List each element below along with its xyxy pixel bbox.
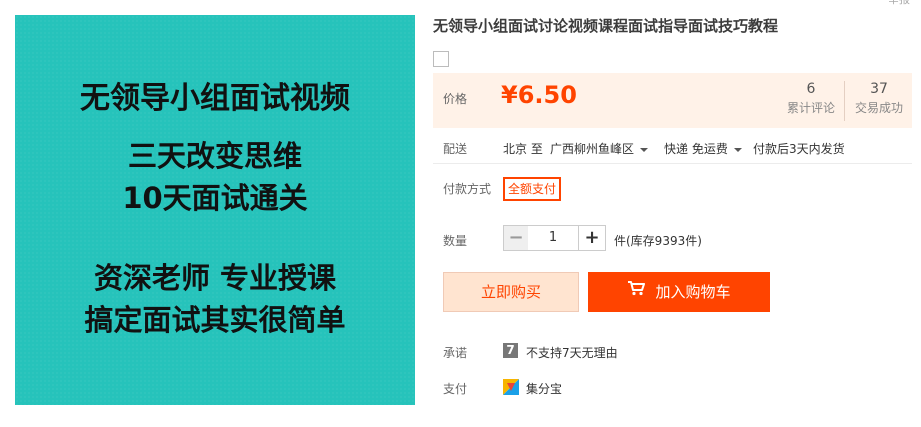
report-link[interactable]: 举报 <box>888 0 910 7</box>
favorite-checkbox[interactable] <box>433 51 449 67</box>
sales-stat: 37 交易成功 <box>851 81 907 116</box>
product-image[interactable]: 无领导小组面试视频 三天改变思维 10天面试通关 资深老师 专业授课 搞定面试其… <box>15 15 415 405</box>
promise-text[interactable]: 不支持7天无理由 <box>526 344 618 361</box>
shopping-cart-icon <box>627 271 646 311</box>
image-text-line: 三天改变思维 <box>127 139 302 173</box>
promise-label: 承诺 <box>443 346 468 360</box>
price-label: 价格 <box>443 92 468 106</box>
reviews-count: 6 <box>806 81 816 97</box>
seven-day-icon: 7 <box>503 343 518 358</box>
pay-method-name: 集分宝 <box>526 382 563 396</box>
image-text-line: 搞定面试其实很简单 <box>84 303 346 337</box>
price-value: ¥6.50 <box>501 81 577 109</box>
shipping-method-value: 快递 免运费 <box>664 142 728 156</box>
quantity-label: 数量 <box>443 234 468 248</box>
shipping-label: 配送 <box>443 142 468 156</box>
destination-value: 广西柳州鱼峰区 <box>550 142 635 156</box>
shipping-origin: 北京 至 <box>503 142 543 156</box>
destination-select[interactable]: 广西柳州鱼峰区 <box>550 140 649 157</box>
quantity-input[interactable]: 1 <box>528 225 578 251</box>
chevron-down-icon <box>640 147 649 152</box>
shipping-method-select[interactable]: 快递 免运费 <box>664 140 742 157</box>
divider <box>433 163 912 164</box>
quantity-decrease-button[interactable]: − <box>503 225 529 251</box>
quantity-increase-button[interactable]: + <box>578 225 606 251</box>
image-text-line: 10天面试通关 <box>122 181 308 215</box>
image-text-line: 资深老师 专业授课 <box>93 261 337 295</box>
price-panel: 价格 ¥6.50 6 累计评论 37 交易成功 <box>433 73 912 128</box>
image-text-line: 无领导小组面试视频 <box>80 81 350 116</box>
sales-label: 交易成功 <box>854 101 903 115</box>
sales-count: 37 <box>870 81 888 97</box>
stock-text: 件(库存9393件) <box>614 234 702 248</box>
pay-methods-label: 支付 <box>443 382 468 396</box>
chevron-down-icon <box>733 147 742 152</box>
add-to-cart-label: 加入购物车 <box>655 283 731 301</box>
delivery-time: 付款后3天内发货 <box>753 142 845 156</box>
add-to-cart-button[interactable]: 加入购物车 <box>588 272 770 312</box>
reviews-stat[interactable]: 6 累计评论 <box>783 81 839 116</box>
product-title: 无领导小组面试讨论视频课程面试指导面试技巧教程 <box>433 17 779 35</box>
payment-option-full[interactable]: 全额支付 <box>503 177 561 201</box>
reviews-label: 累计评论 <box>786 101 835 115</box>
buy-now-button[interactable]: 立即购买 <box>443 272 579 312</box>
payment-label: 付款方式 <box>443 182 492 196</box>
jifenbao-icon <box>503 379 519 395</box>
stat-divider <box>844 81 845 121</box>
